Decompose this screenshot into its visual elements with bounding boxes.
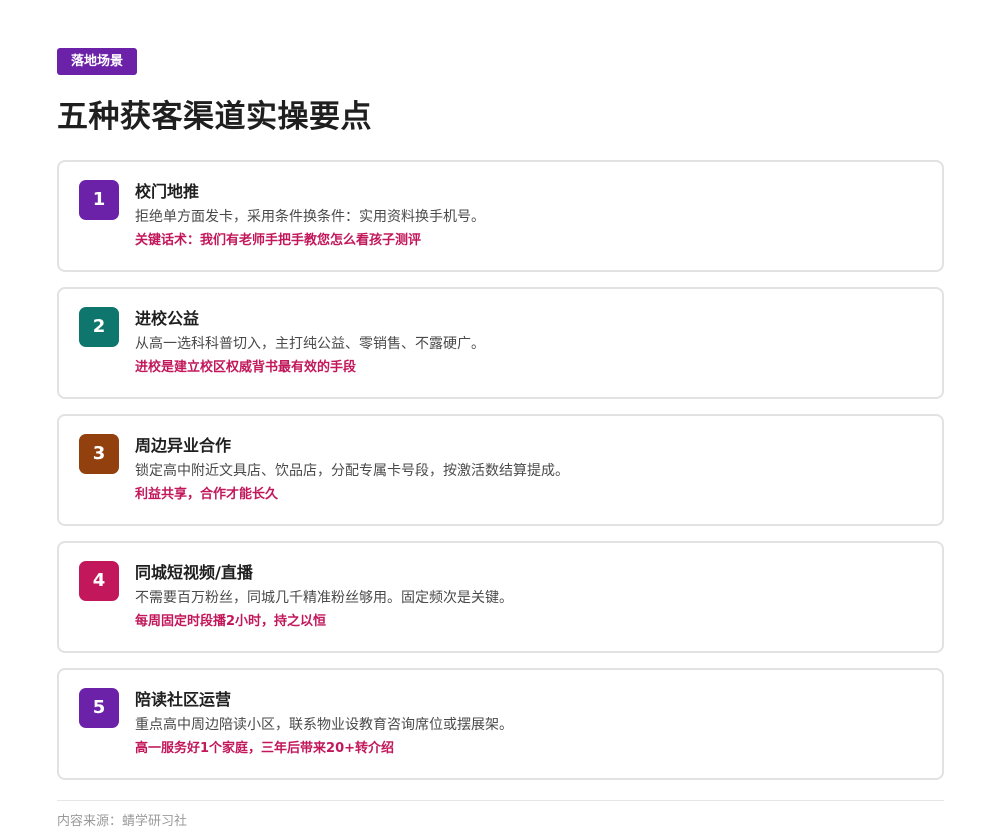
card-description: 不需要百万粉丝，同城几千精准粉丝够用。固定频次是关键。: [135, 590, 513, 606]
step-number-badge: 1: [79, 180, 119, 220]
step-number-badge: 2: [79, 307, 119, 347]
card-description: 重点高中周边陪读小区，联系物业设教育咨询席位或摆展架。: [135, 717, 513, 733]
channel-card: 5 陪读社区运营 重点高中周边陪读小区，联系物业设教育咨询席位或摆展架。 高一服…: [57, 668, 944, 780]
card-highlight-note: 关键话术：我们有老师手把手教您怎么看孩子测评: [135, 233, 422, 248]
card-description: 锁定高中附近文具店、饮品店，分配专属卡号段，按激活数结算提成。: [135, 463, 569, 479]
card-title: 同城短视频/直播: [135, 563, 253, 582]
source-credit: 内容来源：蜻学研习社: [57, 814, 188, 829]
card-highlight-note: 每周固定时段播2小时，持之以恒: [135, 614, 327, 629]
card-highlight-note: 利益共享，合作才能长久: [135, 487, 279, 502]
card-title: 校门地推: [135, 182, 200, 201]
footer-divider: [57, 800, 944, 801]
channel-card: 2 进校公益 从高一选科科普切入，主打纯公益、零销售、不露硬广。 进校是建立校区…: [57, 287, 944, 399]
step-number-badge: 5: [79, 688, 119, 728]
card-description: 拒绝单方面发卡，采用条件换条件：实用资料换手机号。: [135, 209, 485, 225]
page: 落地场景 五种获客渠道实操要点 1 校门地推 拒绝单方面发卡，采用条件换条件：实…: [0, 0, 1000, 837]
card-title: 进校公益: [135, 309, 200, 328]
card-highlight-note: 进校是建立校区权威背书最有效的手段: [135, 360, 357, 375]
card-body: 进校公益 从高一选科科普切入，主打纯公益、零销售、不露硬广。 进校是建立校区权威…: [135, 308, 922, 377]
card-body: 周边异业合作 锁定高中附近文具店、饮品店，分配专属卡号段，按激活数结算提成。 利…: [135, 435, 922, 504]
channel-card: 4 同城短视频/直播 不需要百万粉丝，同城几千精准粉丝够用。固定频次是关键。 每…: [57, 541, 944, 653]
card-highlight-note: 高一服务好1个家庭，三年后带来20+转介绍: [135, 741, 395, 756]
step-number-badge: 3: [79, 434, 119, 474]
card-body: 陪读社区运营 重点高中周边陪读小区，联系物业设教育咨询席位或摆展架。 高一服务好…: [135, 689, 922, 758]
channel-list: 1 校门地推 拒绝单方面发卡，采用条件换条件：实用资料换手机号。 关键话术：我们…: [57, 160, 944, 780]
card-body: 同城短视频/直播 不需要百万粉丝，同城几千精准粉丝够用。固定频次是关键。 每周固…: [135, 562, 922, 631]
card-description: 从高一选科科普切入，主打纯公益、零销售、不露硬广。: [135, 336, 485, 352]
card-title: 周边异业合作: [135, 436, 232, 455]
channel-card: 3 周边异业合作 锁定高中附近文具店、饮品店，分配专属卡号段，按激活数结算提成。…: [57, 414, 944, 526]
card-body: 校门地推 拒绝单方面发卡，采用条件换条件：实用资料换手机号。 关键话术：我们有老…: [135, 181, 922, 250]
section-tag: 落地场景: [57, 48, 138, 75]
card-title: 陪读社区运营: [135, 690, 232, 709]
channel-card: 1 校门地推 拒绝单方面发卡，采用条件换条件：实用资料换手机号。 关键话术：我们…: [57, 160, 944, 272]
page-title: 五种获客渠道实操要点: [57, 99, 372, 135]
step-number-badge: 4: [79, 561, 119, 601]
